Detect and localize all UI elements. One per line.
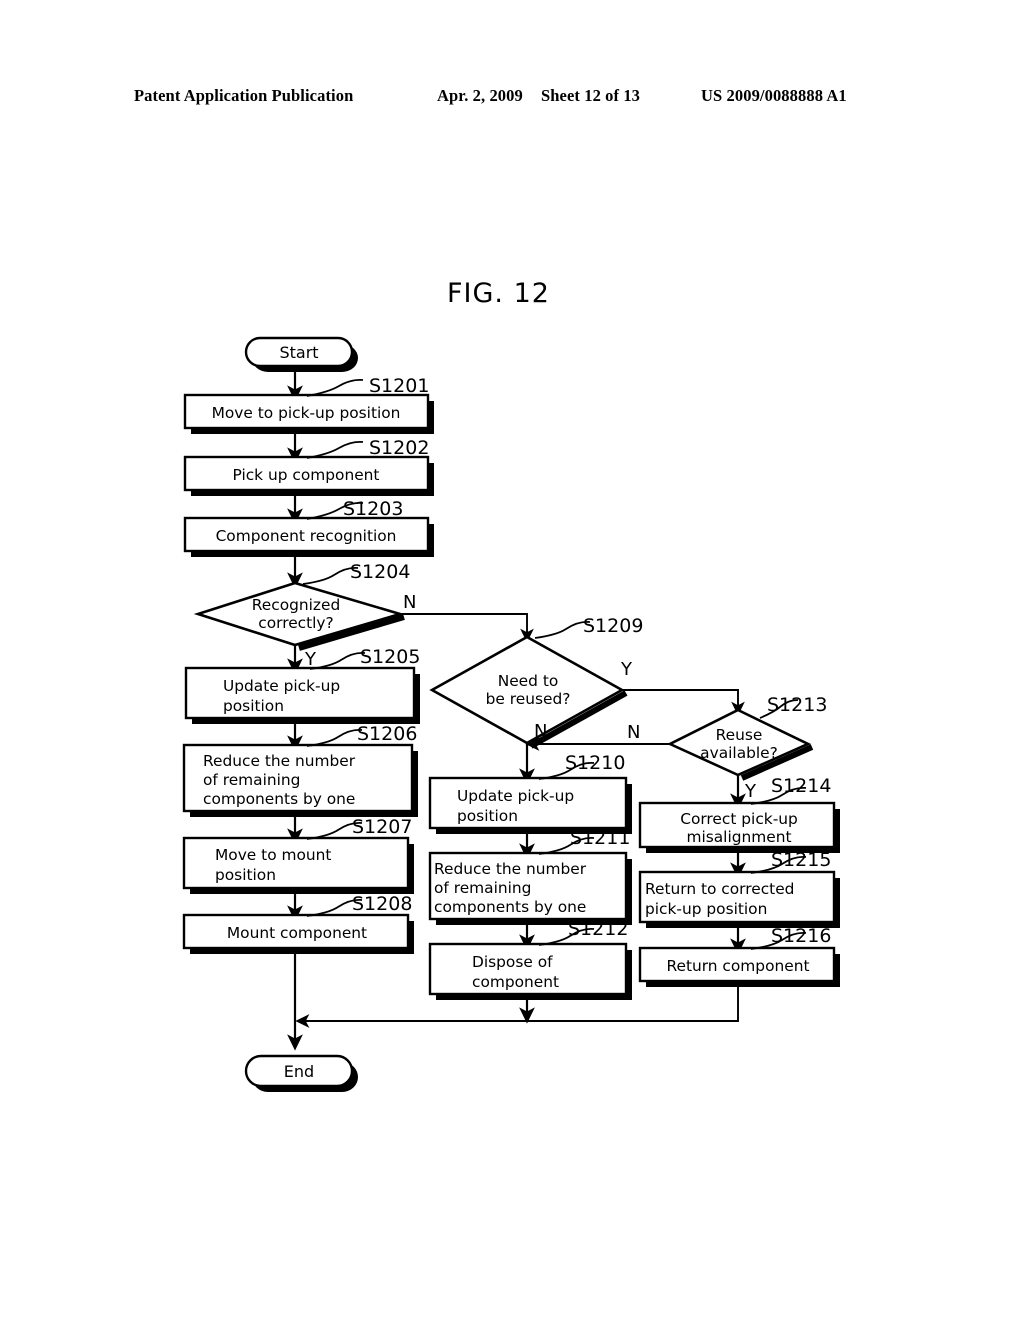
node-s1209: Need to be reused? S1209 Y N (429, 615, 643, 749)
s1215-ref: S1215 (771, 849, 831, 871)
s1213-branch-no: N (627, 722, 640, 743)
s1209-label-line1: Need to (498, 672, 559, 690)
patent-page: Patent Application Publication Apr. 2, 2… (0, 0, 1024, 1320)
s1206-label-line1: Reduce the number (203, 752, 356, 770)
node-s1205: Update pick-up position S1205 (184, 646, 420, 724)
s1210-ref: S1210 (565, 752, 625, 774)
s1212-label-line1: Dispose of (472, 953, 553, 971)
s1216-label: Return component (666, 957, 809, 975)
s1213-branch-yes: Y (744, 781, 757, 802)
node-s1214: Correct pick-up misalignment S1214 (638, 775, 840, 853)
node-s1211: Reduce the number of remaining component… (428, 827, 632, 925)
s1214-label-line2: misalignment (686, 828, 791, 846)
s1207-ref: S1207 (352, 816, 412, 838)
s1212-ref: S1212 (568, 918, 628, 940)
s1209-branch-yes: Y (620, 659, 633, 680)
node-s1206: Reduce the number of remaining component… (182, 723, 418, 817)
node-s1215: Return to corrected pick-up position S12… (638, 849, 840, 928)
node-end: End (244, 1054, 358, 1092)
s1204-branch-no: N (403, 592, 416, 613)
s1211-label-line2: of remaining (434, 879, 531, 897)
s1207-label-line2: position (215, 866, 276, 884)
s1201-label: Move to pick-up position (212, 404, 401, 422)
s1216-ref: S1216 (771, 925, 831, 947)
end-label: End (284, 1062, 314, 1081)
node-s1202: Pick up component S1202 (183, 437, 434, 496)
s1215-label-line1: Return to corrected (645, 880, 794, 898)
s1208-label: Mount component (227, 924, 367, 942)
s1202-ref: S1202 (369, 437, 429, 459)
s1213-ref: S1213 (767, 694, 827, 716)
s1209-branch-no: N (534, 721, 547, 742)
s1201-leader (306, 378, 364, 397)
s1212-label-line2: component (472, 973, 559, 991)
s1211-label-line1: Reduce the number (434, 860, 587, 878)
s1210-label-line2: position (457, 807, 518, 825)
node-s1203: Component recognition S1203 (183, 498, 434, 557)
s1205-leader (309, 651, 366, 670)
node-s1207: Move to mount position S1207 (182, 816, 414, 894)
node-start: Start (244, 336, 358, 372)
s1211-ref: S1211 (570, 827, 630, 849)
s1204-ref: S1204 (350, 561, 410, 583)
s1205-label-line2: position (223, 697, 284, 715)
s1204-label-line2: correctly? (258, 614, 333, 632)
s1214-label-line1: Correct pick-up (680, 810, 798, 828)
s1203-ref: S1203 (343, 498, 403, 520)
node-s1201: Move to pick-up position S1201 (183, 375, 434, 434)
s1213-label-line1: Reuse (716, 726, 763, 744)
s1204-label-line1: Recognized (252, 596, 340, 614)
node-s1208: Mount component S1208 (182, 893, 414, 954)
node-s1210: Update pick-up position S1210 (428, 752, 632, 834)
connector-s1204-no-to-s1209 (400, 613, 534, 643)
s1206-label-line2: of remaining (203, 771, 300, 789)
connector-s1209-yes-to-s1213 (622, 689, 745, 716)
s1206-ref: S1206 (357, 723, 417, 745)
s1202-label: Pick up component (233, 466, 380, 484)
s1215-label-line2: pick-up position (645, 900, 767, 918)
s1201-ref: S1201 (369, 375, 429, 397)
node-s1212: Dispose of component S1212 (428, 918, 632, 1000)
s1209-ref: S1209 (583, 615, 643, 637)
s1206-label-line3: components by one (203, 790, 355, 808)
s1205-label-line1: Update pick-up (223, 677, 340, 695)
s1209-leader (534, 620, 591, 639)
s1210-label-line1: Update pick-up (457, 787, 574, 805)
node-s1216: Return component S1216 (638, 925, 840, 987)
s1207-label-line1: Move to mount (215, 846, 331, 864)
s1205-ref: S1205 (360, 646, 420, 668)
s1209-label-line2: be reused? (486, 690, 571, 708)
s1202-leader (306, 440, 364, 459)
start-label: Start (279, 343, 318, 362)
s1211-label-line3: components by one (434, 898, 586, 916)
s1206-leader (306, 728, 363, 747)
s1213-label-line2: available? (700, 744, 778, 762)
s1208-ref: S1208 (352, 893, 412, 915)
flowchart-diagram: Start Move to pick-up position S1201 Pic… (182, 336, 840, 1092)
s1203-label: Component recognition (216, 527, 397, 545)
s1214-ref: S1214 (771, 775, 831, 797)
